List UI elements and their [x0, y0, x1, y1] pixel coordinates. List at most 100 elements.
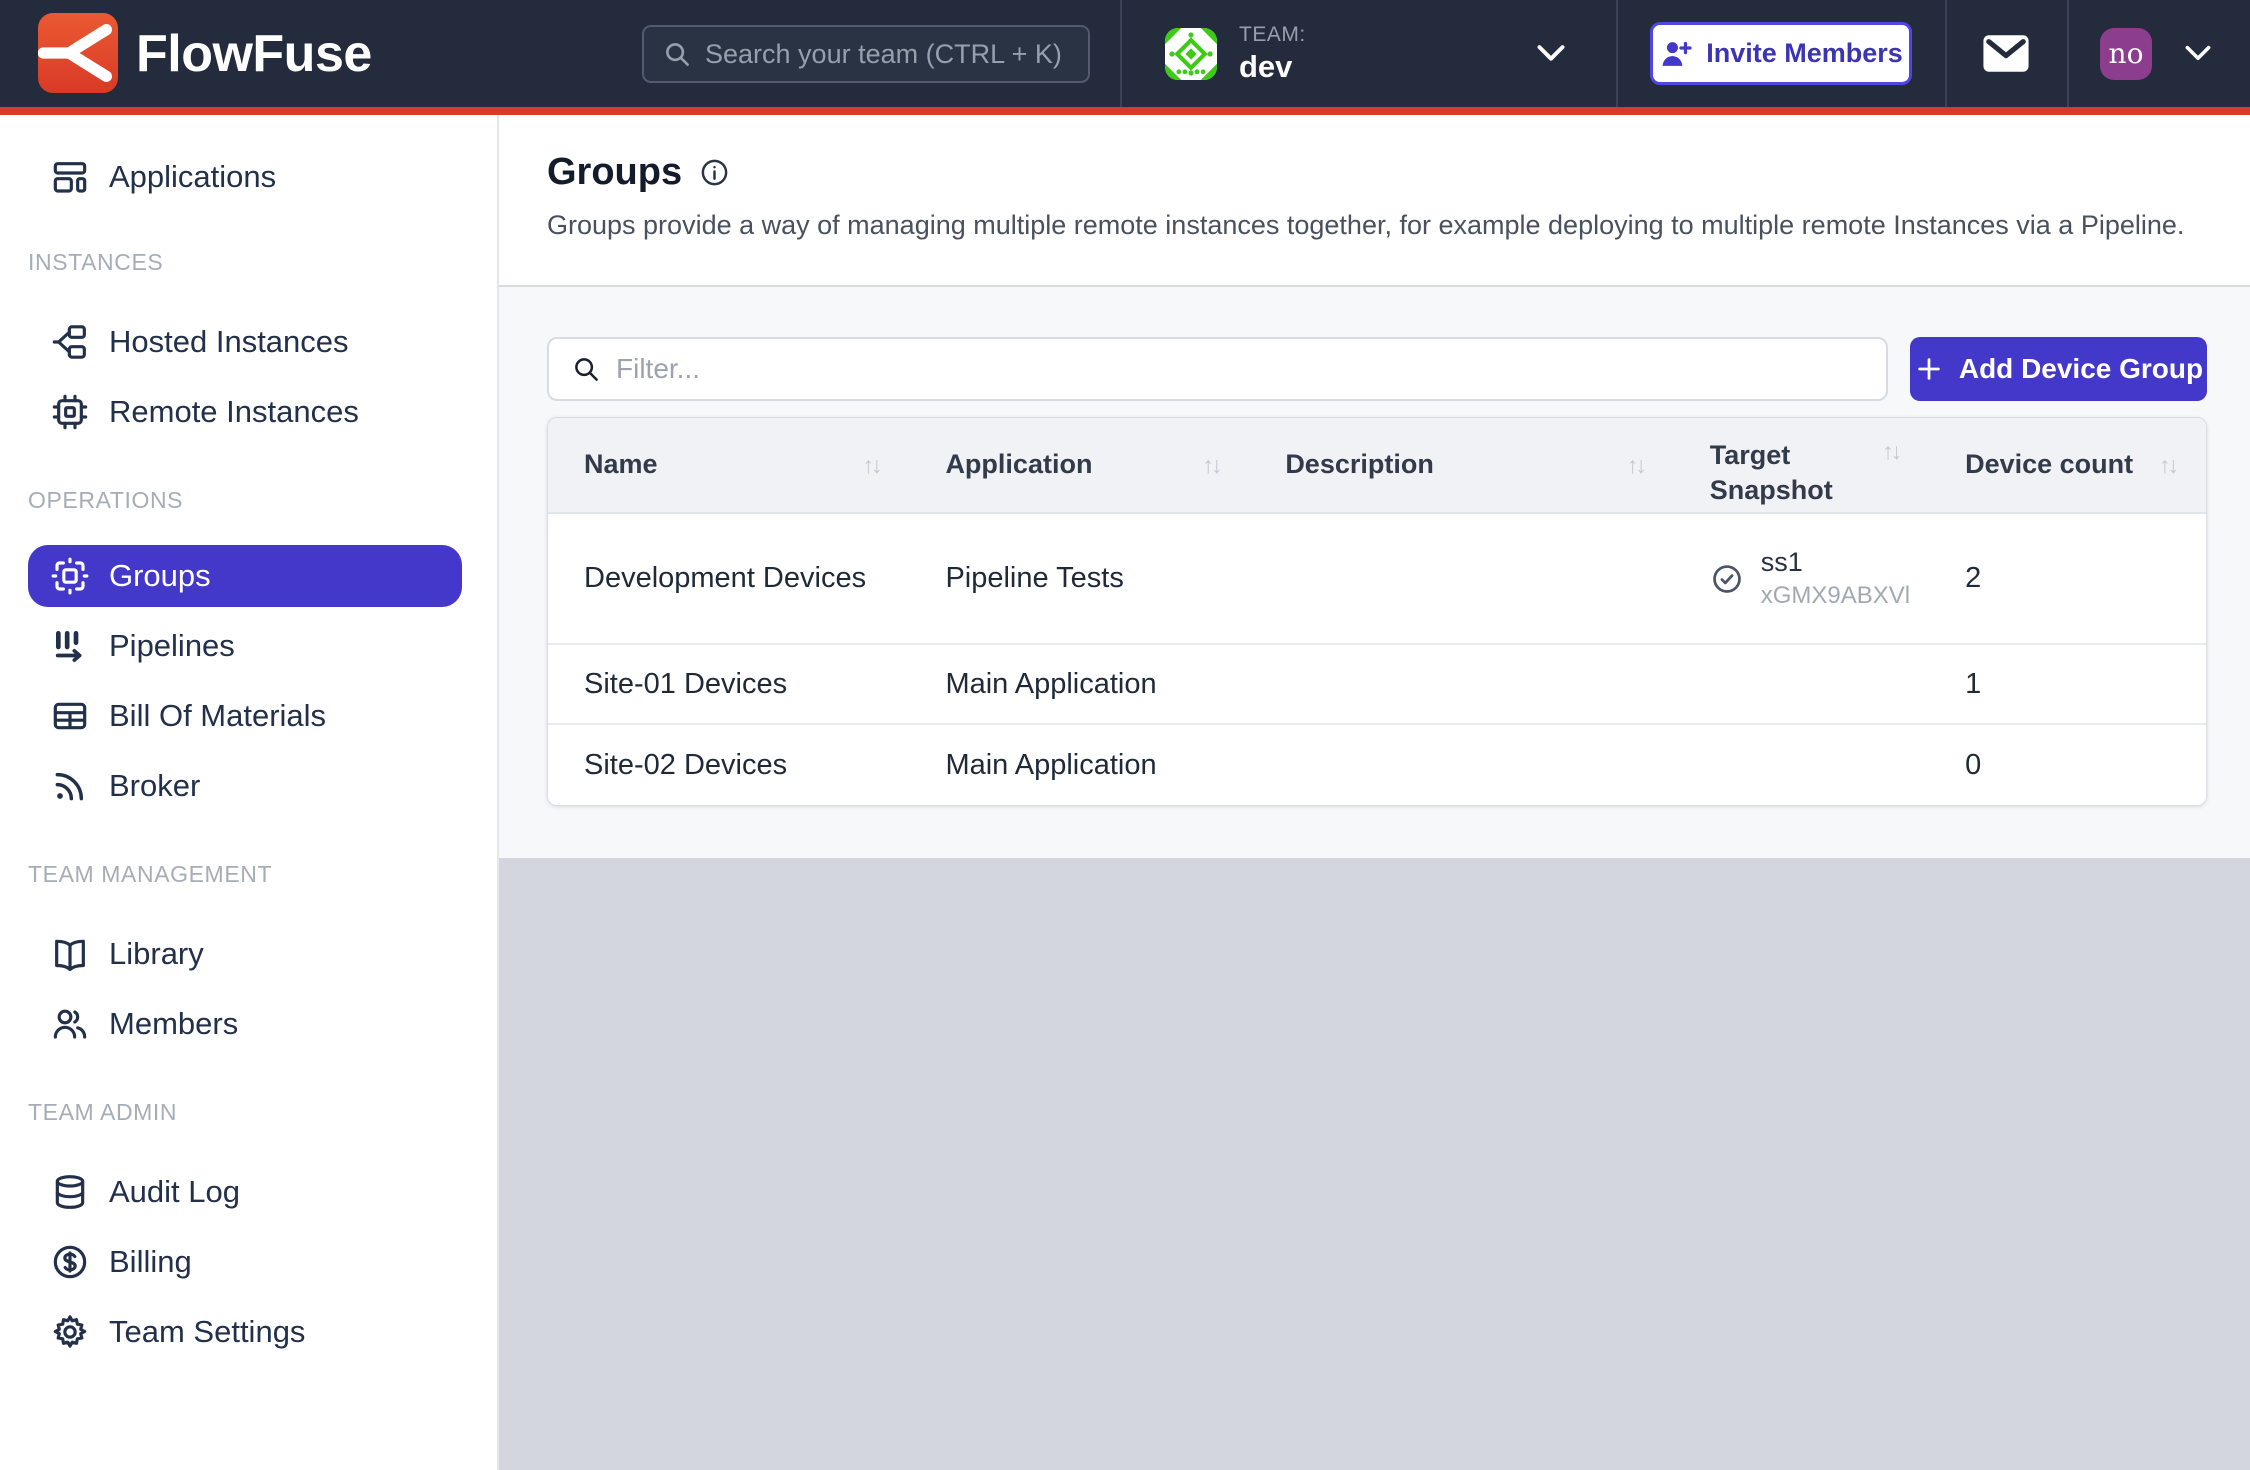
sidebar-item-label: Groups: [109, 558, 211, 594]
sidebar-section-instances: INSTANCES: [0, 249, 497, 275]
notifications-mail-button[interactable]: [1978, 32, 2034, 76]
team-switcher[interactable]: TEAM: dev: [1122, 0, 1616, 107]
team-search-box[interactable]: [642, 25, 1090, 83]
alert-accent-bar: [0, 107, 2250, 115]
sort-icon[interactable]: [1627, 452, 1644, 479]
cpu-chip-icon: [50, 392, 90, 432]
sidebar-section-team-admin: TEAM ADMIN: [0, 1099, 497, 1125]
team-avatar: [1165, 28, 1217, 80]
sidebar-item-label: Remote Instances: [109, 394, 359, 430]
cell-device-count: 2: [1929, 514, 2206, 643]
sidebar-item-team-settings[interactable]: Team Settings: [0, 1297, 497, 1367]
column-header-application[interactable]: Application: [909, 418, 1249, 512]
cell-name: Development Devices: [548, 514, 909, 643]
chevron-down-icon: [1536, 44, 1566, 63]
currency-dollar-icon: [50, 1242, 90, 1282]
cell-description: [1249, 514, 1673, 643]
cell-name: Site-01 Devices: [548, 645, 909, 723]
sort-icon[interactable]: [1202, 452, 1219, 479]
main-content: Groups Groups provide a way of managing …: [499, 115, 2250, 1470]
rss-icon: [50, 766, 90, 806]
cell-description: [1249, 645, 1673, 723]
sidebar-item-label: Bill Of Materials: [109, 698, 326, 734]
sidebar-item-label: Billing: [109, 1244, 192, 1280]
table-header-row: Name Application Description Target Snap…: [548, 418, 2206, 514]
column-header-description[interactable]: Description: [1249, 418, 1673, 512]
cell-target-snapshot: [1674, 725, 1929, 805]
cell-description: [1249, 725, 1673, 805]
column-header-name[interactable]: Name: [548, 418, 909, 512]
sidebar-item-remote-instances[interactable]: Remote Instances: [0, 377, 497, 447]
book-open-icon: [50, 934, 90, 974]
flowfuse-logo-icon: [38, 13, 118, 93]
snapshot-id: xGMX9ABXVl: [1761, 582, 1910, 610]
cell-device-count: 1: [1929, 645, 2206, 723]
envelope-icon: [1980, 32, 2032, 75]
top-navbar: FlowFuse: [0, 0, 2250, 107]
user-menu[interactable]: no: [2100, 0, 2250, 107]
sidebar-item-hosted-instances[interactable]: Hosted Instances: [0, 307, 497, 377]
cell-target-snapshot: ss1 xGMX9ABXVl: [1674, 514, 1929, 643]
sidebar-item-applications[interactable]: Applications: [0, 145, 497, 209]
device-groups-table: Name Application Description Target Snap…: [547, 417, 2207, 806]
sidebar-item-label: Pipelines: [109, 628, 235, 664]
sidebar-section-operations: OPERATIONS: [0, 487, 497, 513]
sidebar-item-members[interactable]: Members: [0, 989, 497, 1059]
users-icon: [50, 1004, 90, 1044]
column-header-target-snapshot[interactable]: Target Snapshot: [1674, 418, 1929, 512]
sidebar-item-bill-of-materials[interactable]: Bill Of Materials: [0, 681, 497, 751]
column-header-device-count[interactable]: Device count: [1929, 418, 2206, 512]
sidebar-item-label: Broker: [109, 768, 200, 804]
sort-icon[interactable]: [2159, 452, 2176, 479]
sidebar-item-library[interactable]: Library: [0, 919, 497, 989]
filter-input[interactable]: [616, 353, 1864, 385]
sidebar-item-broker[interactable]: Broker: [0, 751, 497, 821]
table-row[interactable]: Site-01 Devices Main Application 1: [548, 645, 2206, 725]
cell-application: Main Application: [909, 725, 1249, 805]
sidebar-item-pipelines[interactable]: Pipelines: [0, 611, 497, 681]
snapshot-name: ss1: [1761, 547, 1910, 578]
sidebar-item-label: Audit Log: [109, 1174, 240, 1210]
navbar-divider: [1616, 0, 1618, 107]
cell-name: Site-02 Devices: [548, 725, 909, 805]
invite-members-button[interactable]: Invite Members: [1650, 22, 1912, 85]
sidebar-item-label: Members: [109, 1006, 238, 1042]
page-title: Groups: [547, 151, 682, 194]
team-name: dev: [1239, 50, 1306, 84]
page-description: Groups provide a way of managing multipl…: [547, 210, 2202, 241]
info-icon[interactable]: [699, 157, 730, 188]
sidebar-item-label: Team Settings: [109, 1314, 305, 1350]
branch-fork-icon: [50, 322, 90, 362]
navbar-divider: [1945, 0, 1947, 107]
search-icon: [662, 39, 692, 69]
sidebar-item-groups[interactable]: Groups: [28, 545, 462, 607]
check-circle-icon: [1710, 562, 1744, 596]
table-row[interactable]: Development Devices Pipeline Tests ss1: [548, 514, 2206, 645]
chevron-down-icon: [2184, 45, 2212, 62]
team-label: TEAM:: [1239, 23, 1306, 46]
brand-name: FlowFuse: [136, 0, 372, 107]
add-device-group-button[interactable]: Add Device Group: [1910, 337, 2207, 401]
plus-icon: [1914, 354, 1944, 384]
cell-application: Pipeline Tests: [909, 514, 1249, 643]
table-cells-icon: [50, 696, 90, 736]
sidebar-item-billing[interactable]: Billing: [0, 1227, 497, 1297]
filter-box[interactable]: [547, 337, 1888, 401]
chip-group-icon: [50, 556, 90, 596]
sidebar-item-label: Library: [109, 936, 204, 972]
cell-device-count: 0: [1929, 725, 2206, 805]
sidebar-item-audit-log[interactable]: Audit Log: [0, 1157, 497, 1227]
page-header: Groups Groups provide a way of managing …: [499, 115, 2250, 287]
sidebar-section-team-management: TEAM MANAGEMENT: [0, 861, 497, 887]
pipeline-arrow-icon: [50, 626, 90, 666]
database-icon: [50, 1172, 90, 1212]
user-plus-icon: [1659, 37, 1693, 71]
sort-icon[interactable]: [862, 452, 879, 479]
user-avatar: no: [2100, 28, 2152, 80]
table-row[interactable]: Site-02 Devices Main Application 0: [548, 725, 2206, 805]
sidebar-nav: Applications INSTANCES Hosted Instances: [0, 115, 499, 1470]
add-device-group-label: Add Device Group: [1959, 353, 2203, 385]
gear-icon: [50, 1312, 90, 1352]
sort-icon[interactable]: [1882, 438, 1899, 465]
team-search-input[interactable]: [705, 39, 1070, 70]
